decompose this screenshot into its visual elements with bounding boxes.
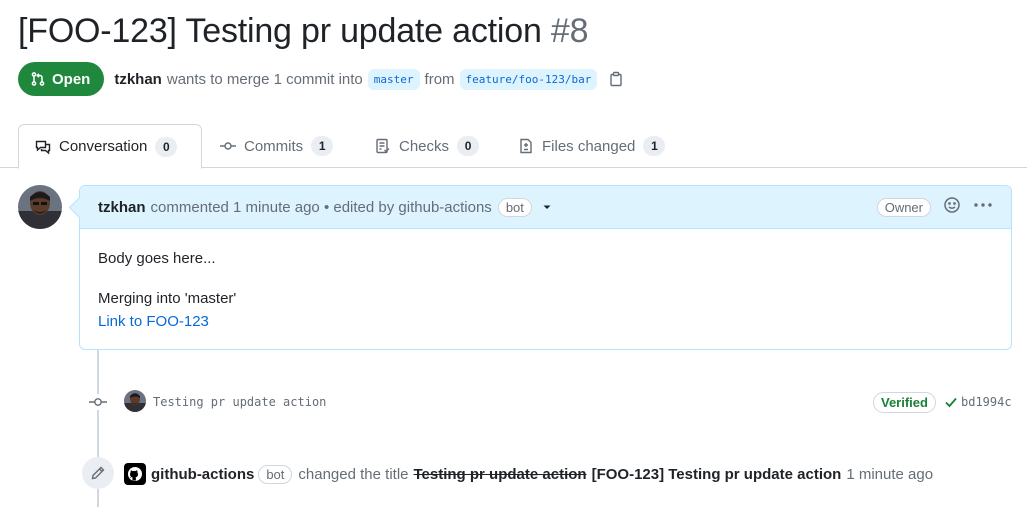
comment-body: Body goes here... Merging into 'master' … [80,229,1011,351]
pr-meta: tzkhan wants to merge 1 commit into mast… [114,68,624,90]
tab-label: Conversation [59,138,148,155]
tab-conversation[interactable]: Conversation 0 [18,124,202,169]
pencil-icon [82,457,114,489]
tab-commits[interactable]: Commits 1 [204,124,349,168]
pr-from-text: from [424,70,455,88]
conversation-icon [35,140,51,154]
tab-label: Files changed [542,137,636,155]
comment-body-line: Merging into 'master' [98,290,237,307]
jira-link[interactable]: Link to FOO-123 [98,313,209,330]
owner-badge: Owner [876,197,931,217]
old-title: Testing pr update action [413,465,587,483]
pr-state-badge: Open [18,62,105,96]
github-actions-avatar-icon[interactable] [124,463,146,485]
comment-header: tzkhan commented 1 minute ago • edited b… [80,186,1011,229]
commit-message-link[interactable]: Testing pr update action [153,395,326,409]
pr-title: [FOO-123] Testing pr update action #8 [18,12,589,51]
bot-badge: bot [258,464,293,484]
commit-sha-text: bd1994c [961,395,1012,409]
base-branch[interactable]: master [367,68,420,90]
comment-box: tzkhan commented 1 minute ago • edited b… [79,185,1012,350]
git-pull-request-icon [31,72,45,86]
pr-state-label: Open [52,70,91,88]
bot-badge: bot [497,197,532,217]
commit-sha[interactable]: bd1994c [944,395,1012,409]
tab-label: Commits [244,137,304,155]
tab-checks[interactable]: Checks 0 [359,124,495,168]
kebab-menu-icon[interactable] [973,196,993,218]
pr-state-row: Open tzkhan wants to merge 1 commit into… [18,62,624,96]
tab-files-changed[interactable]: Files changed 1 [502,124,681,168]
pr-title-text: [FOO-123] Testing pr update action [18,12,542,50]
event-action: changed the title [298,465,409,483]
title-change-event: github-actions bot changed the title Tes… [124,462,933,486]
new-title: [FOO-123] Testing pr update action [591,465,842,483]
comment-body-line: Body goes here... [98,250,216,267]
pr-merge-text: wants to merge 1 commit into [166,70,363,88]
event-time[interactable]: 1 minute ago [846,466,933,483]
checklist-icon [376,138,390,154]
edit-history-caret-icon[interactable] [542,202,552,212]
commit-node-icon [88,394,108,410]
avatar[interactable] [18,185,62,229]
comment-header-actions: Owner [876,196,993,218]
pr-author-link[interactable]: tzkhan [114,71,162,88]
copy-icon[interactable] [608,71,624,87]
verified-badge[interactable]: Verified [873,392,936,413]
tab-count: 1 [643,136,666,156]
file-diff-icon [520,138,532,154]
commit-icon [220,142,236,150]
tab-count: 1 [311,136,334,156]
head-branch[interactable]: feature/foo-123/bar [459,68,598,90]
event-actor-link[interactable]: github-actions [151,466,254,483]
pr-number: #8 [550,12,589,50]
comment-meta[interactable]: commented 1 minute ago • edited by githu… [151,199,492,216]
comment-author-link[interactable]: tzkhan [98,199,146,216]
check-icon [945,397,957,408]
tab-count: 0 [457,136,480,156]
smiley-icon[interactable] [943,196,961,218]
commit-author-avatar[interactable] [124,390,146,412]
tab-count: 0 [155,136,178,157]
pr-tabs: Conversation 0 Commits 1 Checks 0 Files … [0,124,1027,169]
tab-label: Checks [399,137,450,155]
